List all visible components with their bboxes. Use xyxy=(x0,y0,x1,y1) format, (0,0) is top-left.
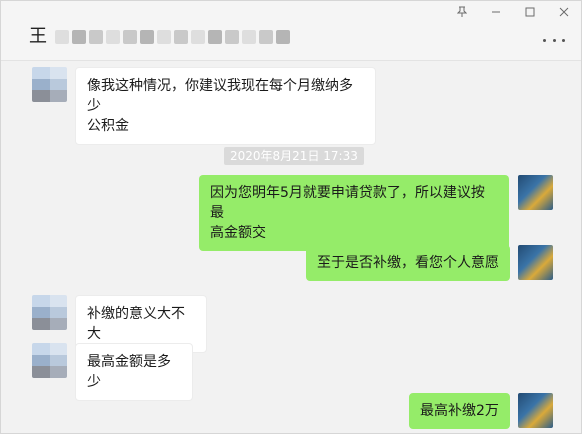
message-bubble[interactable]: 像我这种情况，你建议我现在每个月缴纳多少 公积金 xyxy=(75,67,376,145)
message-list: 像我这种情况，你建议我现在每个月缴纳多少 公积金 2020年8月21日 17:3… xyxy=(1,61,581,433)
message-bubble[interactable]: 因为您明年5月就要申请贷款了，所以建议按最 高金额交 xyxy=(199,175,509,251)
maximize-icon[interactable] xyxy=(513,1,547,23)
chat-header: 王 xyxy=(1,1,581,61)
close-icon[interactable] xyxy=(547,1,581,23)
contact-avatar[interactable] xyxy=(32,67,67,102)
timestamp: 2020年8月21日 17:33 xyxy=(224,147,364,165)
self-avatar[interactable] xyxy=(518,175,553,210)
chat-window: 王 像我这种情况，你建议我现在每个月缴纳多少 公积金 2020年8月21日 17… xyxy=(0,0,582,434)
contact-name: 王 xyxy=(29,26,47,47)
minimize-icon[interactable] xyxy=(479,1,513,23)
chat-title: 王 xyxy=(29,27,290,47)
message-bubble[interactable]: 至于是否补缴，看您个人意愿 xyxy=(306,245,510,281)
message-bubble[interactable]: 最高补缴2万 xyxy=(409,393,510,429)
more-dots-icon[interactable] xyxy=(543,35,565,45)
window-controls xyxy=(445,1,581,23)
self-avatar[interactable] xyxy=(518,245,553,280)
pin-icon[interactable] xyxy=(445,1,479,23)
message-bubble[interactable]: 最高金额是多少 xyxy=(75,343,193,401)
self-avatar[interactable] xyxy=(518,393,553,428)
contact-avatar[interactable] xyxy=(32,295,67,330)
contact-name-redacted xyxy=(55,28,290,46)
contact-avatar[interactable] xyxy=(32,343,67,378)
